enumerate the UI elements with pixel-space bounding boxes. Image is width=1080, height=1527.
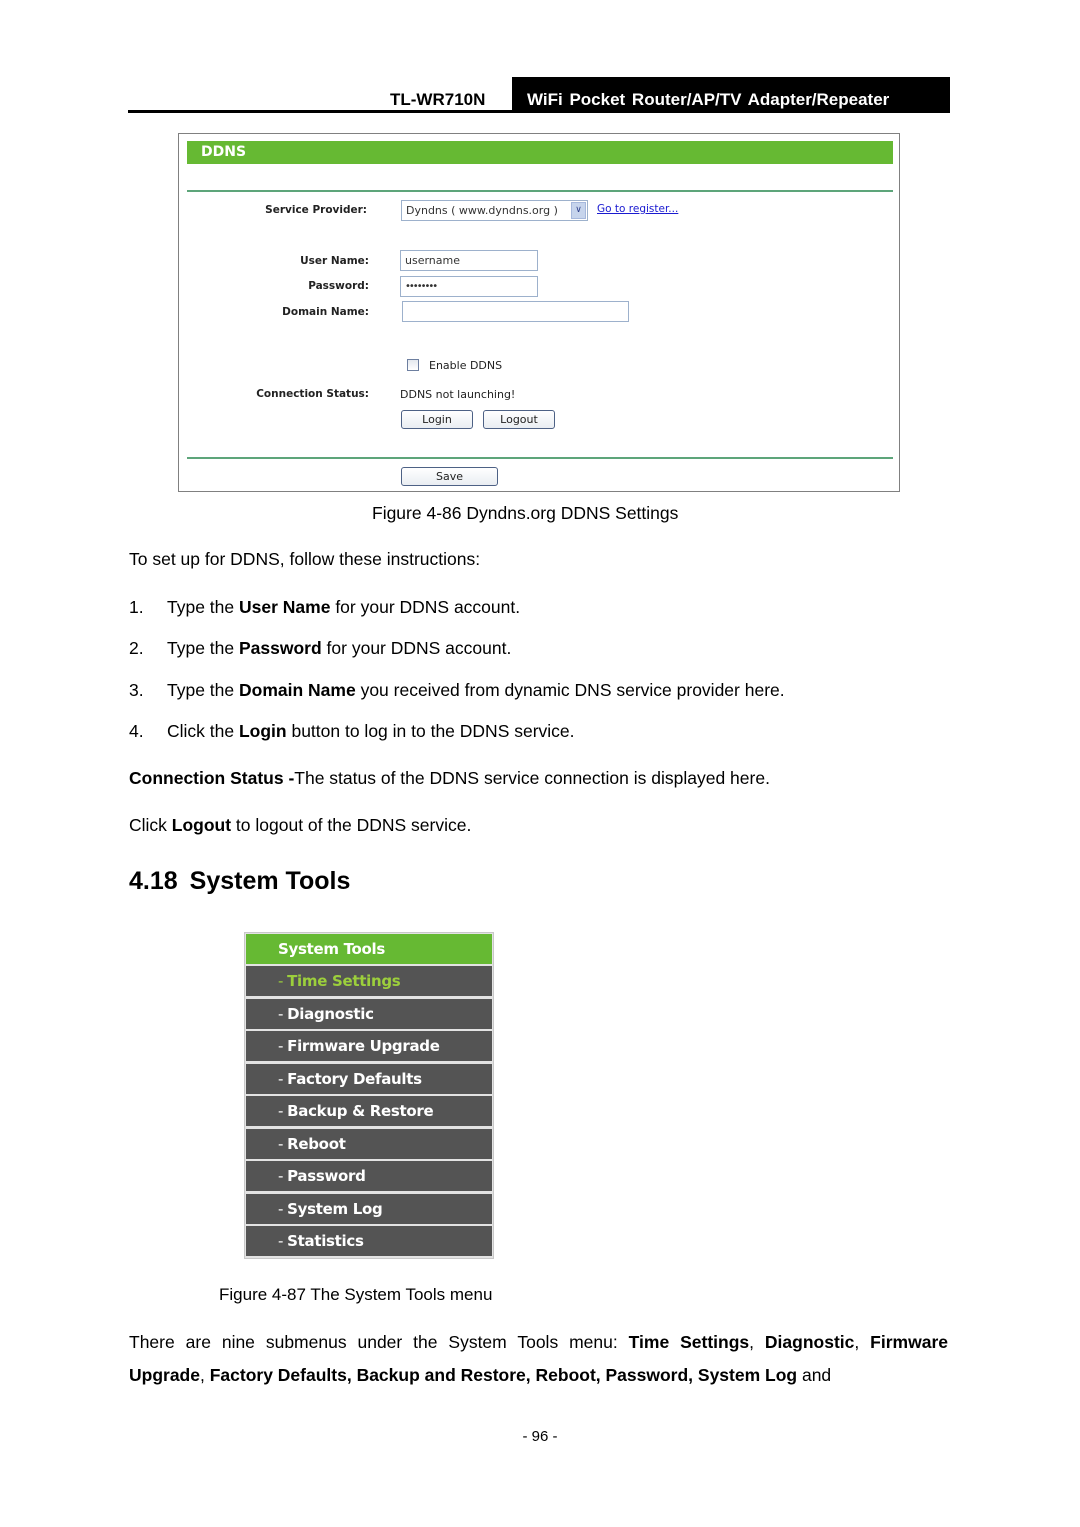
- save-button[interactable]: Save: [401, 467, 498, 486]
- step-text: Type the User Name for your DDNS account…: [167, 597, 520, 618]
- summary-term: Time Settings: [628, 1332, 750, 1352]
- menu-item-label: System Log: [287, 1199, 383, 1218]
- logout-term: Logout: [171, 815, 232, 835]
- summary-term: Diagnostic: [764, 1332, 855, 1352]
- menu-item-system-log[interactable]: - System Log: [246, 1193, 492, 1224]
- menu-item-statistics[interactable]: - Statistics: [246, 1226, 492, 1256]
- step-text-bold: User Name: [239, 597, 331, 617]
- step-text-bold: Domain Name: [239, 680, 356, 700]
- connection-status-value: DDNS not launching!: [400, 388, 516, 401]
- connection-status-label: Connection Status:: [256, 388, 369, 400]
- step-text-pre: Click the: [167, 721, 239, 741]
- connection-status-term: Connection Status -: [129, 768, 295, 788]
- user-name-label: User Name:: [300, 255, 369, 267]
- figure-caption-system-tools: Figure 4-87 The System Tools menu: [219, 1285, 493, 1304]
- page-number: - 96 -: [522, 1428, 558, 1445]
- menu-item-reboot[interactable]: - Reboot: [246, 1128, 492, 1159]
- step-text: Type the Domain Name you received from d…: [167, 680, 785, 701]
- header-product: WiFi Pocket Router/AP/TV Adapter/Repeate…: [512, 77, 950, 112]
- step-text: Type the Password for your DDNS account.: [167, 638, 511, 659]
- instructions-intro: To set up for DDNS, follow these instruc…: [129, 549, 481, 569]
- summary-text: There are nine submenus under the System…: [129, 1332, 629, 1352]
- menu-item-label: Factory Defaults: [287, 1069, 422, 1088]
- password-label: Password:: [308, 280, 369, 292]
- connection-status-text: The status of the DDNS service connectio…: [294, 768, 770, 788]
- step-text-pre: Type the: [167, 638, 239, 658]
- section-title: System Tools: [189, 867, 351, 895]
- step-text: Click the Login button to log in to the …: [167, 721, 575, 742]
- user-name-input[interactable]: username: [400, 250, 538, 271]
- ddns-panel-title: DDNS: [187, 141, 893, 164]
- menu-item-label: Firmware Upgrade: [287, 1037, 440, 1055]
- step-text-post: for your DDNS account.: [321, 638, 512, 658]
- step-number: 3.: [129, 680, 144, 700]
- step-text-post: button to log in to the DDNS service.: [286, 721, 575, 741]
- menu-item-firmware-upgrade[interactable]: - Firmware Upgrade: [246, 1031, 492, 1061]
- header-rule: [128, 110, 950, 113]
- step-text-bold: Password: [239, 638, 322, 658]
- logout-text-post: to logout of the DDNS service.: [231, 815, 472, 835]
- service-provider-label: Service Provider:: [265, 204, 367, 216]
- summary-sep: ,: [749, 1332, 765, 1352]
- menu-item-label: Time Settings: [287, 972, 401, 990]
- menu-item-password[interactable]: - Password: [246, 1161, 492, 1191]
- menu-item-label: Password: [287, 1167, 366, 1185]
- ddns-settings-figure: DDNS Service Provider: Dyndns ( www.dynd…: [178, 133, 900, 492]
- login-button[interactable]: Login: [401, 410, 473, 429]
- section-number: 4.18: [129, 867, 178, 895]
- figure-caption-ddns: Figure 4-86 Dyndns.org DDNS Settings: [372, 503, 679, 523]
- step-number: 2.: [129, 638, 144, 658]
- service-provider-value: Dyndns ( www.dyndns.org ): [406, 204, 558, 217]
- summary-term: Factory Defaults, Backup and Restore, Re…: [209, 1365, 798, 1385]
- menu-item-diagnostic[interactable]: - Diagnostic: [246, 998, 492, 1029]
- menu-item-label: Reboot: [287, 1134, 346, 1153]
- step-text-pre: Type the: [167, 680, 239, 700]
- step-text-post: you received from dynamic DNS service pr…: [355, 680, 785, 700]
- go-to-register-link[interactable]: Go to register...: [597, 203, 678, 215]
- chevron-down-icon[interactable]: ∨: [571, 202, 586, 219]
- enable-ddns-label: Enable DDNS: [429, 359, 503, 372]
- step-text-post: for your DDNS account.: [330, 597, 521, 617]
- header-model: TL-WR710N: [390, 90, 486, 109]
- step-number: 4.: [129, 721, 144, 741]
- password-input[interactable]: ••••••••: [400, 276, 538, 297]
- section-heading: 4.18 System Tools: [129, 867, 350, 896]
- menu-item-label: Backup & Restore: [287, 1102, 434, 1120]
- logout-button[interactable]: Logout: [483, 410, 555, 429]
- domain-name-input[interactable]: [402, 301, 629, 322]
- menu-item-backup-restore[interactable]: - Backup & Restore: [246, 1096, 492, 1126]
- menu-item-factory-defaults[interactable]: - Factory Defaults: [246, 1063, 492, 1094]
- step-number: 1.: [129, 597, 144, 617]
- menu-item-time-settings[interactable]: - Time Settings: [246, 966, 492, 996]
- system-tools-menu: System Tools - Time Settings - Diagnostic …: [244, 932, 494, 1259]
- menu-item-label: Diagnostic: [287, 1004, 374, 1023]
- logout-description: Click Logout to logout of the DDNS servi…: [129, 815, 471, 836]
- logout-text-pre: Click: [129, 815, 172, 835]
- step-text-bold: Login: [238, 721, 287, 741]
- system-tools-summary: There are nine submenus under the System…: [129, 1326, 948, 1392]
- system-tools-menu-title[interactable]: System Tools: [246, 934, 492, 964]
- ddns-divider-top: [187, 190, 893, 192]
- summary-sep: ,: [199, 1365, 210, 1385]
- domain-name-label: Domain Name:: [282, 306, 369, 318]
- summary-text-end: and: [797, 1365, 832, 1385]
- enable-ddns-checkbox[interactable]: [407, 359, 419, 371]
- service-provider-select[interactable]: Dyndns ( www.dyndns.org ) ∨: [401, 200, 588, 221]
- ddns-divider-bottom: [187, 457, 893, 459]
- connection-status-description: Connection Status -The status of the DDN…: [129, 768, 770, 789]
- step-text-pre: Type the: [167, 597, 239, 617]
- summary-sep: ,: [854, 1332, 871, 1352]
- menu-item-label: Statistics: [287, 1232, 364, 1250]
